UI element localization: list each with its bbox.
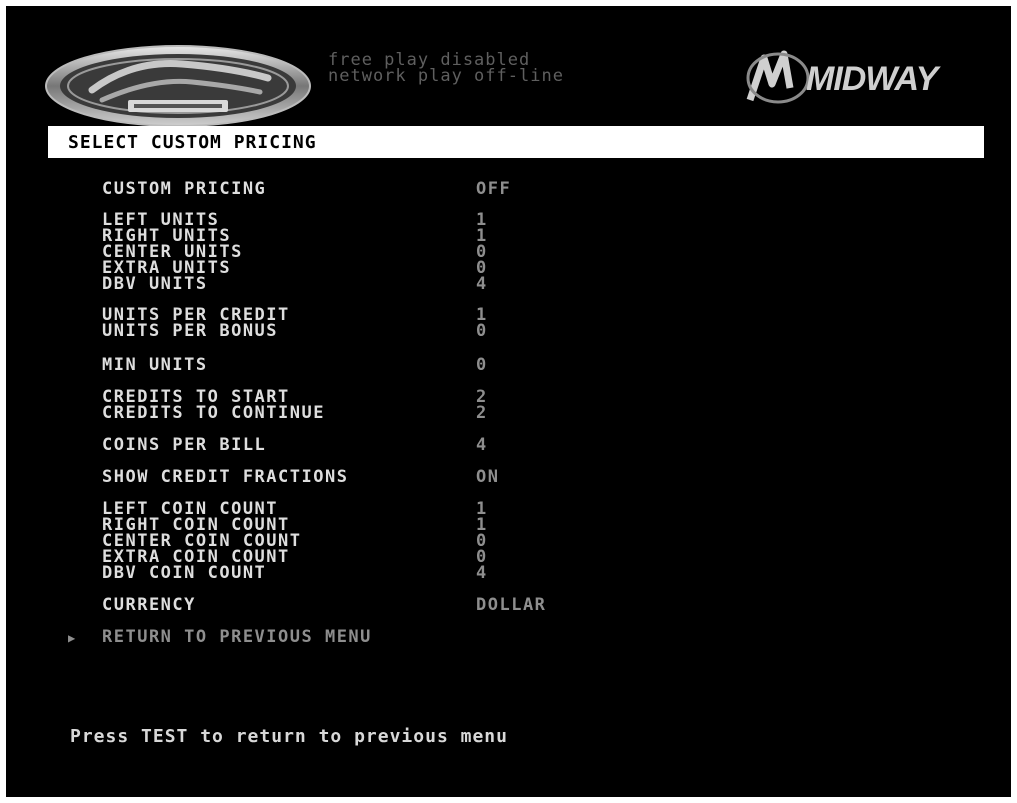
- min-units-label[interactable]: MIN UNITS: [102, 357, 208, 374]
- custom-pricing-value: OFF: [476, 179, 512, 199]
- network-status: network play off-line: [328, 66, 564, 86]
- dbv-coin-count-value: 4: [476, 563, 488, 583]
- dbv-coin-count-label[interactable]: DBV COIN COUNT: [102, 565, 266, 582]
- credits-to-continue-label[interactable]: CREDITS TO CONTINUE: [102, 405, 325, 422]
- footer-instructions: Press TEST to return to previous menu: [70, 726, 508, 747]
- coins-per-bill-label[interactable]: COINS PER BILL: [102, 437, 266, 454]
- return-to-previous-menu-item[interactable]: RETURN TO PREVIOUS MENU: [102, 629, 372, 646]
- units-per-bonus-label[interactable]: UNITS PER BONUS: [102, 323, 278, 340]
- credits-to-continue-value: 2: [476, 403, 488, 423]
- midway-brand-text: MIDWAY: [806, 60, 938, 98]
- dbv-units-label[interactable]: DBV UNITS: [102, 276, 208, 293]
- page-title: SELECT CUSTOM PRICING: [68, 132, 317, 153]
- status-text: free play disabled network play off-line: [328, 52, 564, 86]
- coins-per-bill-value: 4: [476, 435, 488, 455]
- custom-pricing-label[interactable]: CUSTOM PRICING: [102, 181, 266, 198]
- dbv-units-value: 4: [476, 274, 488, 294]
- hydro-thunder-logo-icon: [42, 42, 314, 130]
- units-per-bonus-value: 0: [476, 321, 488, 341]
- show-credit-fractions-value: ON: [476, 467, 500, 487]
- triangle-right-icon: ▶: [68, 631, 77, 645]
- show-credit-fractions-label[interactable]: SHOW CREDIT FRACTIONS: [102, 469, 348, 486]
- min-units-value: 0: [476, 355, 488, 375]
- title-bar: SELECT CUSTOM PRICING: [48, 126, 984, 158]
- midway-logo-icon: MIDWAY: [740, 48, 1002, 108]
- service-menu-screen: free play disabled network play off-line…: [6, 6, 1011, 797]
- currency-label[interactable]: CURRENCY: [102, 597, 196, 614]
- currency-value: DOLLAR: [476, 595, 547, 615]
